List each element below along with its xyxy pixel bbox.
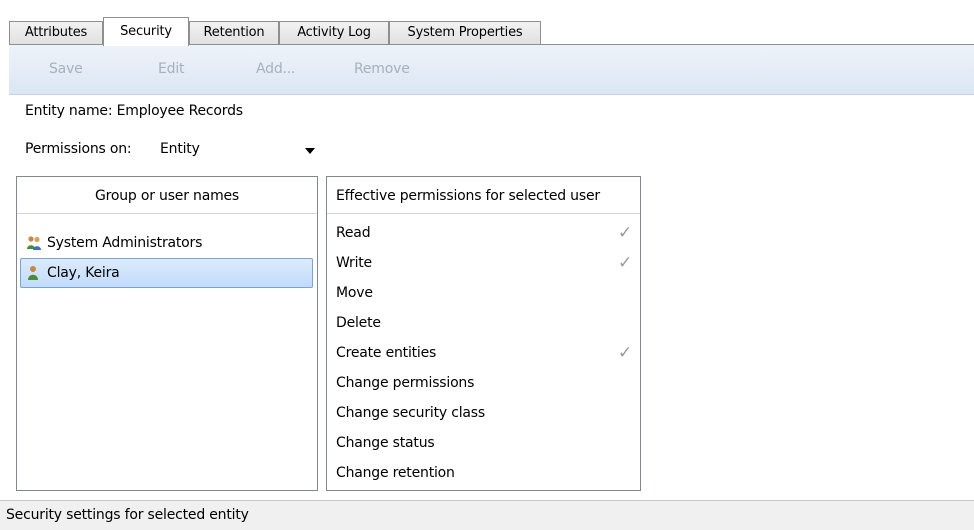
entity-name-row: Entity name: Employee Records <box>25 103 243 119</box>
permission-change-status: Change status <box>327 428 640 458</box>
permission-change-retention: Change retention <box>327 458 640 488</box>
permission-label: Create entities <box>336 345 437 361</box>
permissions-list: Read ✓ Write ✓ Move Delete Create entiti… <box>327 214 640 488</box>
tab-security[interactable]: Security <box>103 17 189 46</box>
checkmark-icon: ✓ <box>617 343 632 363</box>
user-name: Clay, Keira <box>47 265 120 281</box>
status-bar: Security settings for selected entity <box>0 500 974 530</box>
remove-button[interactable]: Remove <box>354 61 410 77</box>
permission-label: Move <box>336 285 373 301</box>
group-user-list-header: Group or user names <box>17 177 317 214</box>
permission-delete: Delete <box>327 308 640 338</box>
save-button[interactable]: Save <box>49 61 83 77</box>
permission-label: Write <box>336 255 372 271</box>
permission-label: Delete <box>336 315 381 331</box>
permission-label: Change retention <box>336 465 455 481</box>
permission-label: Change permissions <box>336 375 475 391</box>
tab-retention[interactable]: Retention <box>189 21 279 45</box>
group-icon <box>27 236 41 250</box>
tab-system-properties[interactable]: System Properties <box>389 21 541 45</box>
tab-strip: Attributes Security Retention Activity L… <box>0 0 974 46</box>
effective-permissions-header: Effective permissions for selected user <box>327 177 640 214</box>
permission-label: Change security class <box>336 405 485 421</box>
user-name: System Administrators <box>47 235 203 251</box>
edit-button[interactable]: Edit <box>158 61 185 77</box>
permissions-on-label: Permissions on: <box>25 141 132 157</box>
group-user-list: System Administrators Clay, Keira <box>17 214 317 288</box>
add-button[interactable]: Add... <box>256 61 295 77</box>
checkmark-icon: ✓ <box>617 253 632 273</box>
entity-name-label: Entity name: <box>25 103 113 119</box>
dropdown-arrow-icon <box>305 148 315 154</box>
permission-read: Read ✓ <box>327 218 640 248</box>
permission-change-permissions: Change permissions <box>327 368 640 398</box>
list-item-clay-keira[interactable]: Clay, Keira <box>20 258 313 288</box>
toolbar: Save Edit Add... Remove <box>9 45 974 95</box>
permission-label: Change status <box>336 435 435 451</box>
permission-create-entities: Create entities ✓ <box>327 338 640 368</box>
tab-activity-log[interactable]: Activity Log <box>279 21 389 45</box>
group-user-list-panel: Group or user names System Administrator… <box>16 176 318 491</box>
permission-label: Read <box>336 225 371 241</box>
effective-permissions-panel: Effective permissions for selected user … <box>326 176 641 491</box>
permission-change-security-class: Change security class <box>327 398 640 428</box>
entity-name-value: Employee Records <box>116 103 243 119</box>
checkmark-icon: ✓ <box>617 223 632 243</box>
permission-move: Move <box>327 278 640 308</box>
permissions-on-value: Entity <box>160 141 200 157</box>
tab-attributes[interactable]: Attributes <box>9 21 103 45</box>
user-icon <box>28 266 38 280</box>
list-item-system-administrators[interactable]: System Administrators <box>20 228 313 258</box>
permissions-on-dropdown[interactable]: Entity <box>160 141 315 163</box>
permission-write: Write ✓ <box>327 248 640 278</box>
